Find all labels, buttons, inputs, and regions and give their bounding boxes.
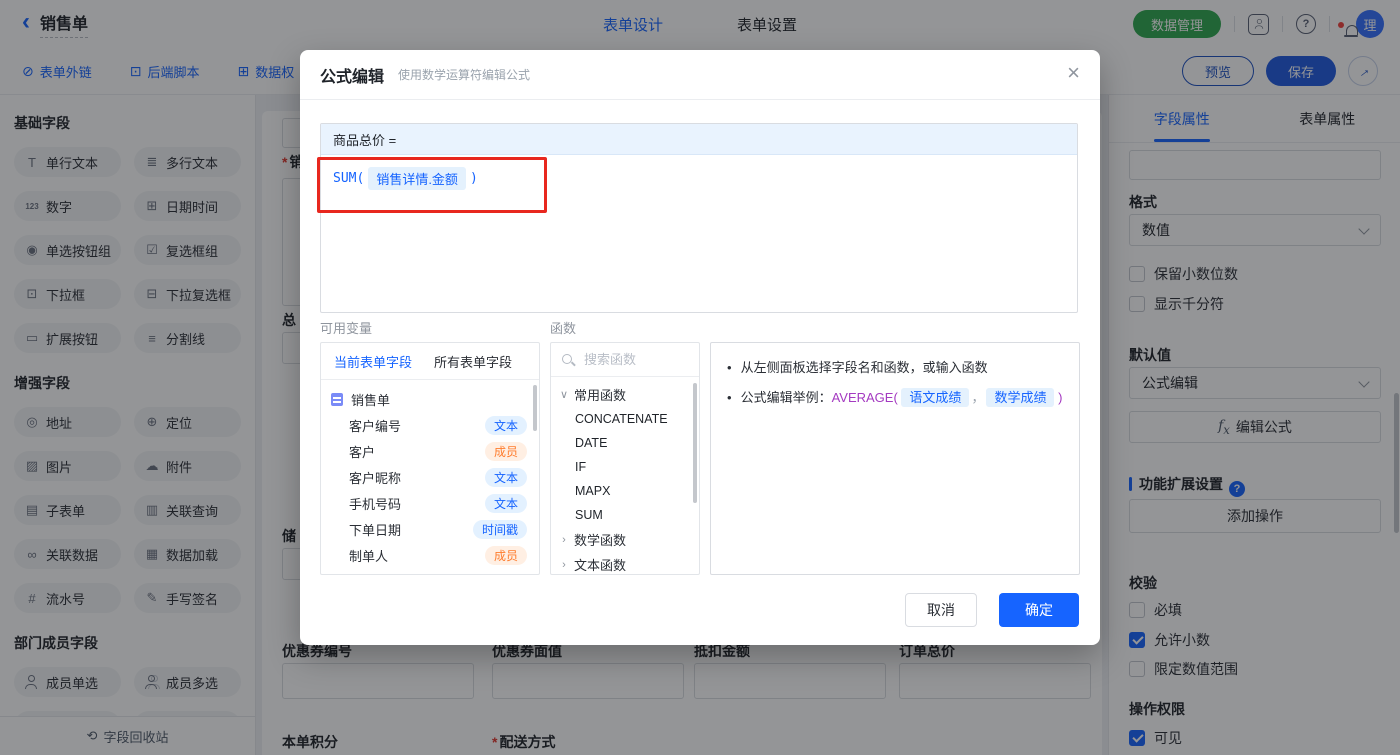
variable-row[interactable]: 手机号码 文本 — [321, 490, 539, 516]
function-item[interactable]: CONCATENATE — [551, 407, 699, 431]
search-icon — [561, 353, 575, 367]
variable-row[interactable]: 客户编号 文本 — [321, 412, 539, 438]
help-line-1: • 从左侧面板选择字段名和函数，或输入函数 — [727, 357, 1063, 379]
variables-scrollbar[interactable] — [533, 385, 537, 431]
tab-current-form-fields[interactable]: 当前表单字段 — [334, 352, 412, 371]
formula-function-name: SUM( — [333, 171, 365, 186]
functions-tree: ∨ 常用函数 CONCATENATE DATE IF MAPX SUM › 数学函数… — [551, 377, 699, 574]
type-badge: 文本 — [484, 467, 527, 487]
modal-subtitle: 使用数学运算符编辑公式 — [398, 68, 531, 82]
function-group-common[interactable]: ∨ 常用函数 — [551, 382, 699, 407]
functions-caption: 函数 — [550, 321, 577, 336]
functions-panel: ∨常用函数 CONCATENATE DATE IF MAPX SUM ›数学函数… — [550, 342, 700, 575]
example-token: 语文成绩 — [901, 388, 970, 407]
function-item[interactable]: MAPX — [551, 479, 699, 503]
variable-row[interactable]: 制单人 成员 — [321, 542, 539, 568]
help-line-2: • 公式编辑举例：AVERAGE( 语文成绩，数学成绩 ) — [727, 387, 1063, 409]
chevron-down-icon: ∨ — [559, 389, 569, 401]
type-badge: 成员 — [484, 545, 527, 565]
function-group-text[interactable]: › 文本函数 — [551, 552, 699, 574]
modal-title: 公式编辑 — [320, 68, 385, 86]
formula-editor-box: 商品总价 = SUM( 销售详情.金额 ) — [320, 123, 1078, 313]
function-item[interactable]: IF — [551, 455, 699, 479]
bullet: • — [727, 390, 732, 405]
cancel-button[interactable]: 取消 — [905, 593, 977, 627]
confirm-button[interactable]: 确定 — [999, 593, 1079, 627]
formula-closing-paren: ) — [469, 171, 478, 186]
type-badge: 成员 — [484, 441, 527, 461]
type-badge: 文本 — [484, 415, 527, 435]
formula-target: 商品总价 = — [321, 124, 1077, 155]
function-item[interactable]: DATE — [551, 431, 699, 455]
example-closing-paren: ) — [1058, 390, 1063, 405]
form-doc-icon — [331, 392, 343, 406]
function-group-math[interactable]: › 数学函数 — [551, 527, 699, 552]
variable-row[interactable]: 下单日期 时间戳 — [321, 516, 539, 542]
variables-tabs: 当前表单字段 所有表单字段 — [321, 343, 539, 380]
formula-editor-modal: 公式编辑 使用数学运算符编辑公式 × 商品总价 = SUM( 销售详情.金额 )… — [300, 50, 1100, 645]
function-item[interactable]: SUM — [551, 503, 699, 527]
function-search-input[interactable] — [582, 351, 689, 368]
modal-header: 公式编辑 使用数学运算符编辑公式 × — [300, 50, 1100, 100]
example-token: 数学成绩 — [986, 388, 1055, 407]
variables-tree: 销售单 客户编号 文本 客户 成员 客户昵称 文本 手机号码 文本 下单日期 时间戳 制单… — [321, 380, 539, 568]
chevron-right-icon: › — [562, 558, 566, 571]
chevron-right-icon: › — [562, 533, 566, 546]
tree-root-form[interactable]: 销售单 — [321, 386, 539, 412]
variables-caption: 可用变量 — [320, 321, 373, 336]
variable-row[interactable]: 客户昵称 文本 — [321, 464, 539, 490]
function-search — [551, 343, 699, 377]
variable-row[interactable]: 客户 成员 — [321, 438, 539, 464]
bullet: • — [727, 360, 732, 375]
formula-input-area[interactable]: SUM( 销售详情.金额 ) — [321, 155, 1077, 202]
type-badge: 时间戳 — [472, 519, 527, 539]
type-badge: 文本 — [484, 493, 527, 513]
close-icon[interactable]: × — [1067, 62, 1080, 84]
app-root: ‹ 销售单 表单设计 表单设置 数据管理 ? 理 ⊘ 表单外链 ⊡ 后端脚本 ⊞ 数据… — [0, 0, 1400, 755]
tab-all-form-fields[interactable]: 所有表单字段 — [434, 352, 512, 371]
variables-panel: 当前表单字段 所有表单字段 销售单 客户编号 文本 客户 成员 客户昵称 文本 手机号… — [320, 342, 540, 575]
formula-field-token[interactable]: 销售详情.金额 — [368, 167, 466, 190]
formula-help-panel: • 从左侧面板选择字段名和函数，或输入函数 • 公式编辑举例：AVERAGE( … — [710, 342, 1080, 575]
example-function-name: AVERAGE( — [831, 390, 898, 405]
functions-scrollbar[interactable] — [693, 383, 697, 503]
